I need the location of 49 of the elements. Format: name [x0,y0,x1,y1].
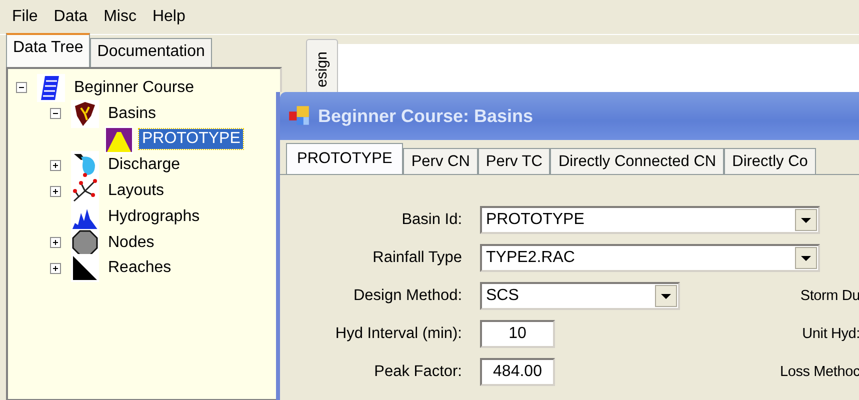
field-label: Design Method: [352,287,462,305]
tree-item[interactable]: Layouts [105,181,168,202]
tree-item[interactable]: Beginner Course [71,78,198,98]
pipe-icon [71,151,99,180]
app-icon [288,105,310,127]
dropdown-button[interactable] [795,209,817,231]
tree-item[interactable]: Hydrographs [105,206,203,227]
tree-item[interactable]: Reaches [105,258,174,278]
hydrograph-icon [71,202,99,231]
menu-item[interactable]: Misc [104,8,136,26]
expand-icon[interactable] [50,186,61,197]
menu-item[interactable]: Data [54,8,88,26]
expand-icon[interactable] [50,237,61,248]
dropdown-button[interactable] [655,285,677,307]
tab[interactable]: Directly Connected CN [550,148,724,174]
input-field[interactable]: 484.00 [480,358,555,386]
tab[interactable]: Perv CN [403,148,478,174]
collapse-icon[interactable] [50,108,61,120]
dropdown-field[interactable]: TYPE2.RAC [480,244,820,272]
expand-icon[interactable] [50,160,61,171]
panel-tab[interactable]: Documentation [90,38,212,67]
tree-item[interactable]: Basins [105,104,160,124]
field-label: Storm Du [800,288,859,304]
tab[interactable]: Perv TC [478,148,550,174]
expand-icon[interactable] [50,262,61,274]
tree-item[interactable]: PROTOTYPE [139,129,244,150]
window-title: Beginner Course: Basins [318,106,534,126]
menu-item[interactable]: Help [152,8,186,26]
tab[interactable]: PROTOTYPE [286,143,404,174]
dropdown-field[interactable]: SCS [480,282,680,310]
basin-map-icon [71,100,99,128]
tree-item[interactable]: Discharge [105,155,184,176]
dropdown-button[interactable] [795,247,817,269]
field-label: Rainfall Type [372,249,462,267]
peak-icon [105,126,133,154]
triangle-icon [71,254,99,282]
field-label: Unit Hyd: [802,326,859,342]
tab-label: esign [314,51,330,87]
field-label: Peak Factor: [373,363,462,381]
tab[interactable]: Directly Co [724,148,816,174]
field-label: Basin Id: [400,211,462,229]
tree-item[interactable]: Nodes [105,232,158,253]
menu-item[interactable]: File [12,8,38,26]
notepad-icon [37,74,65,102]
panel-tab[interactable]: Data Tree [6,33,90,67]
field-label: Hyd Interval (min): [334,325,462,343]
dropdown-field[interactable]: PROTOTYPE [480,206,820,234]
input-field[interactable]: 10 [480,320,555,348]
collapse-icon[interactable] [16,82,27,94]
